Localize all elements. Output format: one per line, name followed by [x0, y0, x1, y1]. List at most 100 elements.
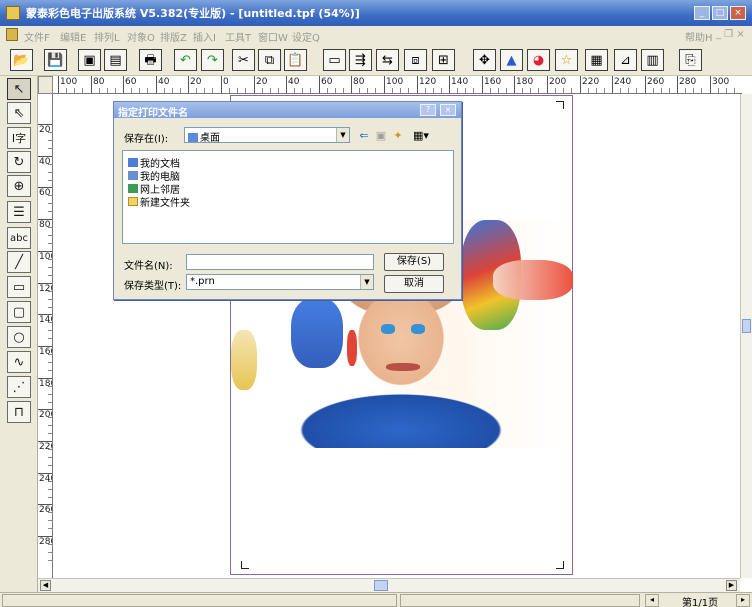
rounded-rect-tool-icon[interactable]: ▢: [7, 301, 31, 323]
ruler-tick-label: 140: [39, 315, 52, 325]
document-icon[interactable]: [6, 28, 18, 41]
ruler-tick-label: 200: [549, 77, 567, 87]
save-in-label: 保存在(I):: [124, 134, 169, 145]
text-wrap-icon[interactable]: ⇆: [376, 49, 399, 71]
open-icon[interactable]: 📂: [10, 49, 33, 71]
chevron-down-icon[interactable]: ▼: [360, 275, 373, 289]
ruler-minor-tick: [48, 560, 52, 561]
horizontal-ruler[interactable]: 100 80 60 40 20 0 20 40 60 80 100 120 140 160 180 200 22…: [38, 76, 742, 94]
ruler-minor-tick: [237, 88, 238, 93]
text-tool-icon[interactable]: I字: [7, 127, 31, 149]
cancel-button[interactable]: 取消: [384, 275, 444, 293]
scroll-right-icon[interactable]: ▶: [726, 580, 737, 591]
ruler-tick-label: 60: [125, 77, 137, 87]
zoom-tool-icon[interactable]: ⊕: [7, 175, 31, 197]
ruler-minor-tick: [172, 88, 173, 93]
menu-help[interactable]: 帮助H: [685, 29, 713, 44]
curve-tool-icon[interactable]: ∿: [7, 351, 31, 373]
ruler-origin[interactable]: [38, 76, 53, 94]
view-menu-icon[interactable]: ▦▾: [410, 129, 432, 142]
ruler-minor-tick: [48, 195, 52, 196]
ruler-tick-label: 80: [39, 220, 51, 230]
color-picker-icon[interactable]: ◕: [527, 49, 550, 71]
list-item[interactable]: 新建文件夹: [128, 194, 190, 209]
text-flow-icon[interactable]: ⇶: [349, 49, 372, 71]
back-arrow-icon[interactable]: ⇐: [357, 129, 371, 142]
redo-icon[interactable]: ↷: [201, 49, 224, 71]
frame-overlap-icon[interactable]: ⧈: [404, 49, 427, 71]
menu-arrange[interactable]: 排列L: [94, 29, 120, 44]
menu-object[interactable]: 对象O: [127, 29, 155, 44]
menu-window[interactable]: 窗口W: [258, 29, 288, 44]
export-icon[interactable]: ▤: [104, 49, 127, 71]
rectangle-tool-icon[interactable]: ▭: [7, 276, 31, 298]
vertical-scrollbar[interactable]: [740, 94, 752, 578]
line-tool-icon[interactable]: ╱: [7, 251, 31, 273]
ruler-minor-tick: [48, 386, 52, 387]
menu-bar: 文件F 编辑E 排列L 对象O 排版Z 插入I 工具T 窗口W 设定Q 帮助H …: [0, 26, 752, 44]
dialog-close-button[interactable]: ×: [440, 104, 456, 116]
print-icon[interactable]: 🖶: [139, 49, 162, 71]
file-list[interactable]: 我的文档 我的电脑 网上邻居 新建文件夹: [122, 150, 454, 244]
vertical-ruler[interactable]: 20 40 60 80 100 120 140 160 180 200 220 240 260 280: [38, 94, 53, 578]
up-folder-icon[interactable]: ▣: [374, 129, 388, 142]
move-icon[interactable]: ✥: [473, 49, 496, 71]
vertical-scroll-thumb[interactable]: [742, 319, 751, 333]
minimize-button[interactable]: _: [694, 6, 710, 20]
filetype-select[interactable]: *.prn ▼: [186, 274, 374, 290]
select-tool-icon[interactable]: ↖: [7, 78, 31, 100]
mdi-window-buttons[interactable]: _ ❐ ×: [716, 29, 745, 40]
filetype-value: *.prn: [190, 276, 215, 287]
chart-icon[interactable]: ▥: [641, 49, 664, 71]
ellipse-tool-icon[interactable]: ○: [7, 326, 31, 348]
copy-icon[interactable]: ⧉: [258, 49, 281, 71]
ruler-tick-label: 220: [582, 77, 600, 87]
grid-icon[interactable]: ⊞: [432, 49, 455, 71]
new-folder-icon[interactable]: ✦: [391, 129, 405, 142]
scroll-left-icon[interactable]: ◀: [40, 580, 51, 591]
abc-tool-icon[interactable]: abc: [7, 227, 31, 249]
text-block-tool-icon[interactable]: ☰: [7, 201, 31, 223]
node-select-tool-icon[interactable]: ⇖: [7, 102, 31, 124]
cut-icon[interactable]: ✂: [232, 49, 255, 71]
chevron-down-icon[interactable]: ▼: [336, 128, 349, 142]
menu-typeset[interactable]: 排版Z: [160, 29, 187, 44]
ruler-minor-tick: [294, 88, 295, 93]
polyline-tool-icon[interactable]: ⋰: [7, 376, 31, 398]
import-image-icon[interactable]: ▣: [78, 49, 101, 71]
maximize-button[interactable]: □: [712, 6, 728, 20]
dialog-help-button[interactable]: ?: [420, 104, 436, 116]
menu-file[interactable]: 文件F: [24, 29, 50, 44]
ruler-tick-label: 40: [158, 77, 170, 87]
star-icon[interactable]: ☆: [555, 49, 578, 71]
prev-page-icon[interactable]: ◂: [645, 594, 659, 607]
ruler-tick-label: 20: [190, 77, 202, 87]
save-in-select[interactable]: 桌面 ▼: [184, 127, 350, 144]
menu-insert[interactable]: 插入I: [193, 29, 216, 44]
menu-edit[interactable]: 编辑E: [60, 29, 86, 44]
ruler-minor-tick: [270, 88, 271, 93]
filename-input[interactable]: [186, 254, 374, 270]
save-button[interactable]: 保存(S): [384, 253, 444, 271]
layer-icon[interactable]: ⊿: [614, 49, 637, 71]
undo-icon[interactable]: ↶: [174, 49, 197, 71]
preview-icon[interactable]: ⎘: [679, 49, 702, 71]
ruler-minor-tick: [107, 88, 108, 93]
next-page-icon[interactable]: ▸: [736, 594, 750, 607]
ruler-minor-tick: [48, 172, 52, 173]
table-icon[interactable]: ▦: [585, 49, 608, 71]
rotate-tool-icon[interactable]: ↻: [7, 151, 31, 173]
close-button[interactable]: ×: [730, 6, 746, 20]
ruler-major-tick: [319, 76, 320, 93]
menu-tools[interactable]: 工具T: [225, 29, 251, 44]
ruler-minor-tick: [48, 203, 52, 204]
save-icon[interactable]: 💾: [44, 49, 67, 71]
menu-settings[interactable]: 设定Q: [292, 29, 320, 44]
paste-icon[interactable]: 📋: [284, 49, 307, 71]
table-tool-icon[interactable]: ⊓: [7, 401, 31, 423]
text-frame-icon[interactable]: ▭: [323, 49, 346, 71]
horizontal-scrollbar[interactable]: ◀ ▶: [38, 578, 740, 592]
ruler-major-tick: [351, 76, 352, 93]
color-fill-icon[interactable]: ▲: [500, 49, 523, 71]
horizontal-scroll-thumb[interactable]: [374, 580, 388, 591]
